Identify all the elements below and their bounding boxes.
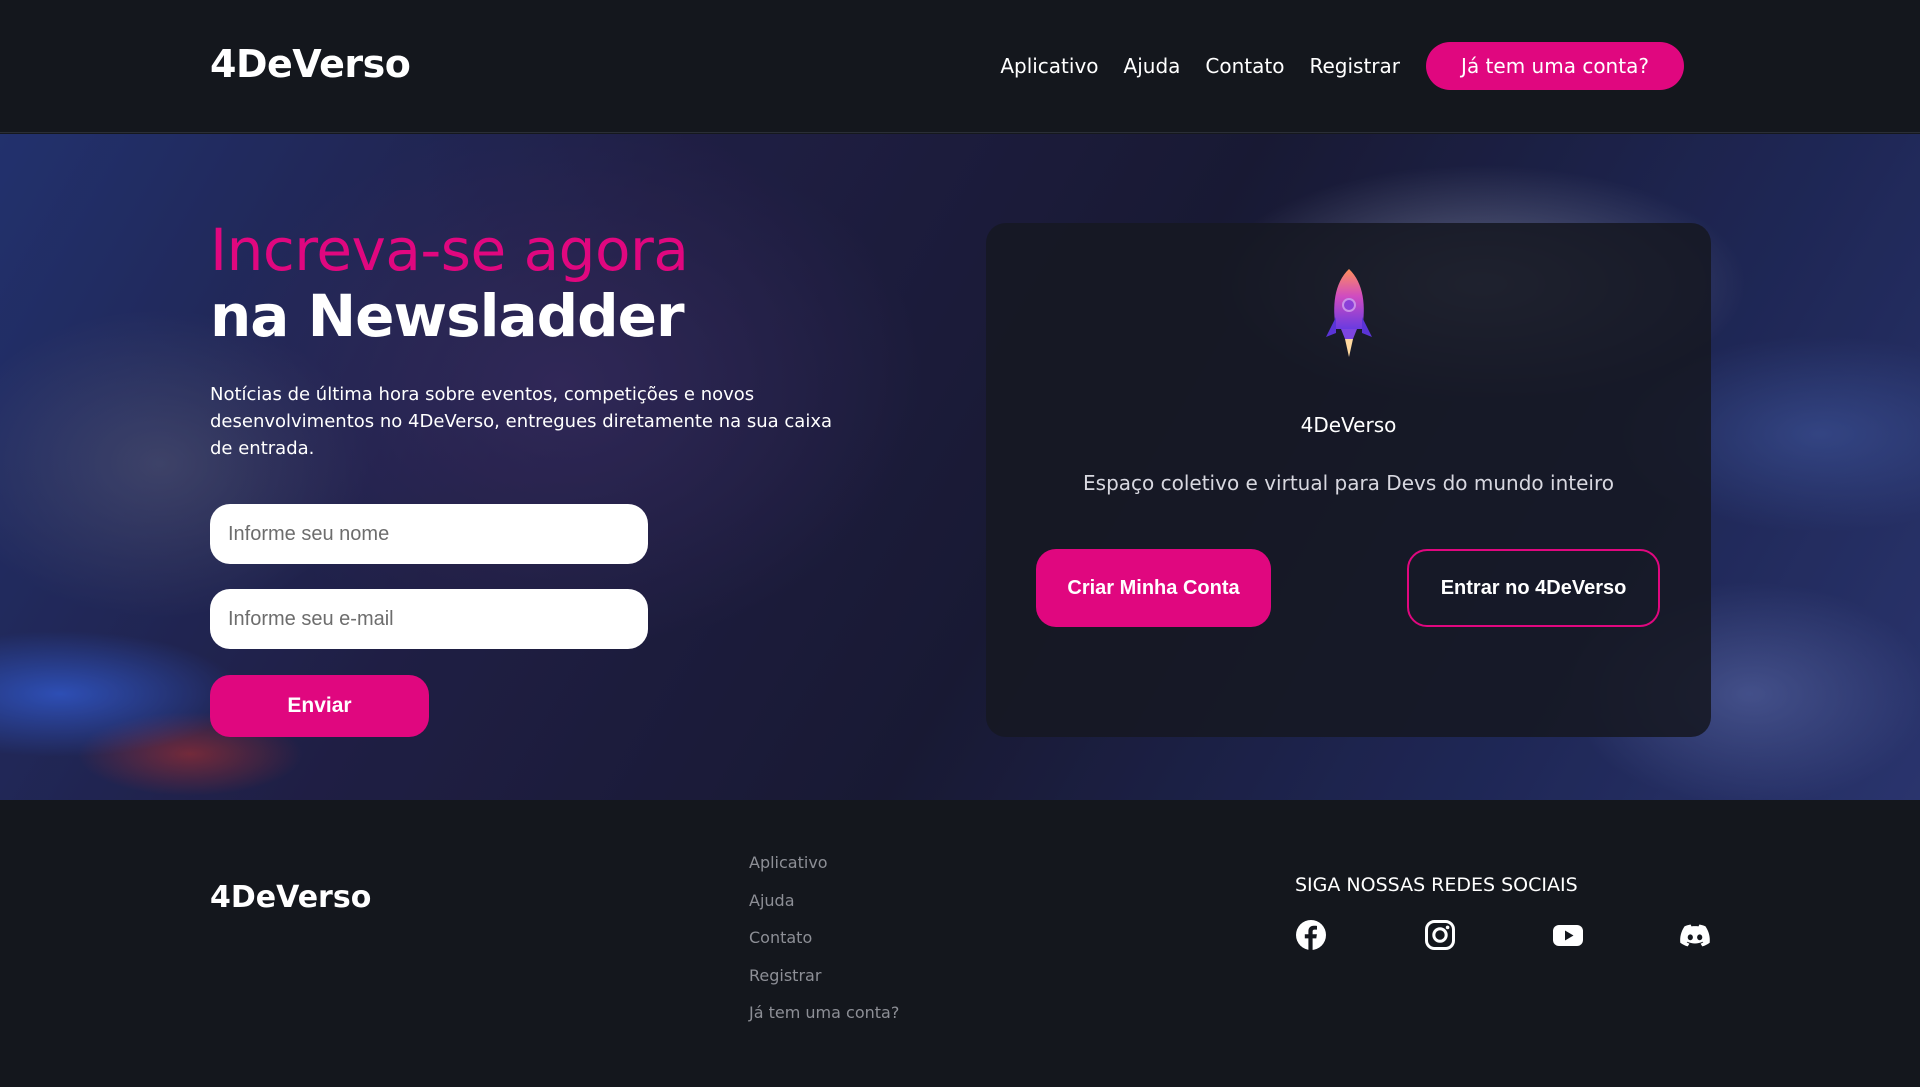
site-footer: 4DeVerso Aplicativo Ajuda Contato Regist… [0, 800, 1920, 1087]
enter-button[interactable]: Entrar no 4DeVerso [1407, 549, 1660, 627]
login-button[interactable]: Já tem uma conta? [1426, 42, 1684, 90]
send-button[interactable]: Enviar [210, 675, 429, 737]
site-header: 4DeVerso Aplicativo Ajuda Contato Regist… [0, 0, 1920, 133]
card-title: 4DeVerso [1300, 413, 1397, 437]
card-subtitle: Espaço coletivo e virtual para Devs do m… [1083, 471, 1614, 495]
site-logo[interactable]: 4DeVerso [210, 42, 411, 86]
nav-link-registrar[interactable]: Registrar [1309, 42, 1400, 90]
instagram-icon[interactable] [1424, 919, 1456, 951]
youtube-icon[interactable] [1552, 919, 1584, 951]
newsletter-description: Notícias de última hora sobre eventos, c… [210, 384, 833, 459]
headline-main: na Newsladder [210, 282, 685, 350]
footer-link-ajuda[interactable]: Ajuda [749, 890, 899, 928]
footer-link-contato[interactable]: Contato [749, 927, 899, 965]
footer-logo[interactable]: 4DeVerso [210, 880, 371, 915]
nav-link-aplicativo[interactable]: Aplicativo [1000, 42, 1098, 90]
signup-card: 4DeVerso Espaço coletivo e virtual para … [986, 223, 1711, 737]
footer-link-login[interactable]: Já tem uma conta? [749, 1002, 899, 1040]
social-title: SIGA NOSSAS REDES SOCIAIS [1295, 874, 1578, 896]
create-account-button[interactable]: Criar Minha Conta [1036, 549, 1271, 627]
discord-icon[interactable] [1679, 919, 1711, 951]
footer-link-aplicativo[interactable]: Aplicativo [749, 852, 899, 890]
rocket-icon [1324, 267, 1374, 359]
name-input[interactable] [210, 504, 648, 564]
email-input[interactable] [210, 589, 648, 649]
nav-link-contato[interactable]: Contato [1205, 42, 1284, 90]
facebook-icon[interactable] [1295, 919, 1327, 951]
main-nav: Aplicativo Ajuda Contato Registrar Já te… [1000, 42, 1684, 90]
footer-link-registrar[interactable]: Registrar [749, 965, 899, 1003]
footer-links: Aplicativo Ajuda Contato Registrar Já te… [749, 852, 899, 1040]
headline-highlight: Increva-se agora [210, 216, 689, 284]
nav-link-ajuda[interactable]: Ajuda [1124, 42, 1181, 90]
hero-section: Increva-se agora na Newsladder Notícias … [0, 134, 1920, 800]
